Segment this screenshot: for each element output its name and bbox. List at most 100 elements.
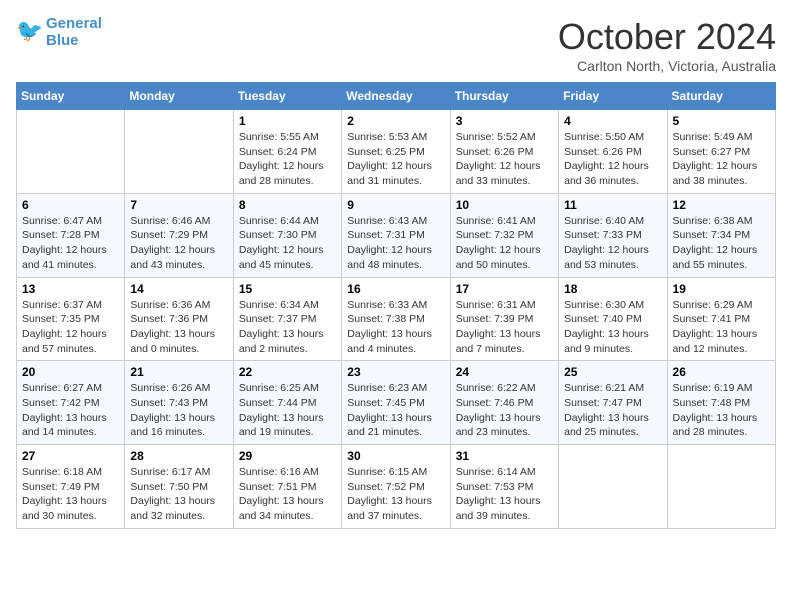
header-wednesday: Wednesday [342, 83, 450, 110]
day-number: 29 [239, 449, 336, 463]
calendar-cell: 16 Sunrise: 6:33 AMSunset: 7:38 PMDayligh… [342, 277, 450, 361]
calendar-cell: 11 Sunrise: 6:40 AMSunset: 7:33 PMDayligh… [559, 193, 667, 277]
day-number: 31 [456, 449, 553, 463]
day-info: Sunrise: 6:21 AMSunset: 7:47 PMDaylight:… [564, 381, 661, 440]
week-row-2: 13 Sunrise: 6:37 AMSunset: 7:35 PMDayligh… [17, 277, 776, 361]
header-tuesday: Tuesday [233, 83, 341, 110]
day-number: 24 [456, 365, 553, 379]
calendar-cell: 6 Sunrise: 6:47 AMSunset: 7:28 PMDaylight… [17, 193, 125, 277]
calendar-cell: 25 Sunrise: 6:21 AMSunset: 7:47 PMDayligh… [559, 361, 667, 445]
week-row-3: 20 Sunrise: 6:27 AMSunset: 7:42 PMDayligh… [17, 361, 776, 445]
day-number: 16 [347, 282, 444, 296]
day-info: Sunrise: 5:49 AMSunset: 6:27 PMDaylight:… [673, 130, 770, 189]
day-info: Sunrise: 6:16 AMSunset: 7:51 PMDaylight:… [239, 465, 336, 524]
day-info: Sunrise: 5:55 AMSunset: 6:24 PMDaylight:… [239, 130, 336, 189]
day-number: 20 [22, 365, 119, 379]
calendar-cell: 9 Sunrise: 6:43 AMSunset: 7:31 PMDaylight… [342, 193, 450, 277]
day-info: Sunrise: 6:43 AMSunset: 7:31 PMDaylight:… [347, 214, 444, 273]
day-number: 4 [564, 114, 661, 128]
day-number: 3 [456, 114, 553, 128]
svg-text:🐦: 🐦 [16, 18, 43, 43]
day-info: Sunrise: 6:19 AMSunset: 7:48 PMDaylight:… [673, 381, 770, 440]
calendar-cell: 27 Sunrise: 6:18 AMSunset: 7:49 PMDayligh… [17, 445, 125, 529]
month-title: October 2024 [558, 16, 776, 58]
logo-text: General Blue [46, 16, 102, 49]
calendar-cell: 23Sunrise: 6:23 AMSunset: 7:45 PMDayligh… [342, 361, 450, 445]
calendar-cell: 28 Sunrise: 6:17 AMSunset: 7:50 PMDayligh… [125, 445, 233, 529]
calendar-cell: 14 Sunrise: 6:36 AMSunset: 7:36 PMDayligh… [125, 277, 233, 361]
day-info: Sunrise: 5:52 AMSunset: 6:26 PMDaylight:… [456, 130, 553, 189]
day-number: 27 [22, 449, 119, 463]
calendar-cell: 24Sunrise: 6:22 AMSunset: 7:46 PMDayligh… [450, 361, 558, 445]
day-number: 7 [130, 198, 227, 212]
day-number: 19 [673, 282, 770, 296]
calendar-cell [17, 110, 125, 194]
day-number: 8 [239, 198, 336, 212]
day-number: 5 [673, 114, 770, 128]
day-info: Sunrise: 6:30 AMSunset: 7:40 PMDaylight:… [564, 298, 661, 357]
calendar-cell: 7 Sunrise: 6:46 AMSunset: 7:29 PMDaylight… [125, 193, 233, 277]
day-info: Sunrise: 6:36 AMSunset: 7:36 PMDaylight:… [130, 298, 227, 357]
day-number: 14 [130, 282, 227, 296]
week-row-1: 6 Sunrise: 6:47 AMSunset: 7:28 PMDaylight… [17, 193, 776, 277]
day-info: Sunrise: 5:53 AMSunset: 6:25 PMDaylight:… [347, 130, 444, 189]
day-info: Sunrise: 6:41 AMSunset: 7:32 PMDaylight:… [456, 214, 553, 273]
day-number: 6 [22, 198, 119, 212]
day-info: Sunrise: 6:46 AMSunset: 7:29 PMDaylight:… [130, 214, 227, 273]
day-number: 15 [239, 282, 336, 296]
day-number: 13 [22, 282, 119, 296]
day-number: 1 [239, 114, 336, 128]
day-info: Sunrise: 6:29 AMSunset: 7:41 PMDaylight:… [673, 298, 770, 357]
calendar-cell: 8 Sunrise: 6:44 AMSunset: 7:30 PMDaylight… [233, 193, 341, 277]
day-info: Sunrise: 6:26 AMSunset: 7:43 PMDaylight:… [130, 381, 227, 440]
day-number: 2 [347, 114, 444, 128]
day-info: Sunrise: 6:18 AMSunset: 7:49 PMDaylight:… [22, 465, 119, 524]
calendar-cell: 10 Sunrise: 6:41 AMSunset: 7:32 PMDayligh… [450, 193, 558, 277]
day-number: 18 [564, 282, 661, 296]
calendar-cell: 12 Sunrise: 6:38 AMSunset: 7:34 PMDayligh… [667, 193, 775, 277]
header-monday: Monday [125, 83, 233, 110]
day-number: 26 [673, 365, 770, 379]
location-subtitle: Carlton North, Victoria, Australia [558, 58, 776, 74]
calendar-cell [559, 445, 667, 529]
header-sunday: Sunday [17, 83, 125, 110]
logo-bird-icon: 🐦 [16, 16, 44, 44]
day-info: Sunrise: 6:14 AMSunset: 7:53 PMDaylight:… [456, 465, 553, 524]
day-info: Sunrise: 6:33 AMSunset: 7:38 PMDaylight:… [347, 298, 444, 357]
day-number: 9 [347, 198, 444, 212]
calendar-cell [125, 110, 233, 194]
day-number: 25 [564, 365, 661, 379]
calendar-cell: 3 Sunrise: 5:52 AMSunset: 6:26 PMDaylight… [450, 110, 558, 194]
calendar-cell: 5 Sunrise: 5:49 AMSunset: 6:27 PMDaylight… [667, 110, 775, 194]
logo: 🐦 General Blue [16, 16, 102, 49]
calendar-cell: 17Sunrise: 6:31 AMSunset: 7:39 PMDayligh… [450, 277, 558, 361]
day-number: 28 [130, 449, 227, 463]
week-row-4: 27 Sunrise: 6:18 AMSunset: 7:49 PMDayligh… [17, 445, 776, 529]
day-info: Sunrise: 6:37 AMSunset: 7:35 PMDaylight:… [22, 298, 119, 357]
calendar-cell: 22 Sunrise: 6:25 AMSunset: 7:44 PMDayligh… [233, 361, 341, 445]
day-info: Sunrise: 6:44 AMSunset: 7:30 PMDaylight:… [239, 214, 336, 273]
calendar-cell: 15Sunrise: 6:34 AMSunset: 7:37 PMDayligh… [233, 277, 341, 361]
header-thursday: Thursday [450, 83, 558, 110]
day-info: Sunrise: 6:27 AMSunset: 7:42 PMDaylight:… [22, 381, 119, 440]
day-number: 10 [456, 198, 553, 212]
day-number: 17 [456, 282, 553, 296]
calendar-cell: 26 Sunrise: 6:19 AMSunset: 7:48 PMDayligh… [667, 361, 775, 445]
day-number: 11 [564, 198, 661, 212]
calendar-cell: 20 Sunrise: 6:27 AMSunset: 7:42 PMDayligh… [17, 361, 125, 445]
week-row-0: 1 Sunrise: 5:55 AMSunset: 6:24 PMDaylight… [17, 110, 776, 194]
day-info: Sunrise: 6:40 AMSunset: 7:33 PMDaylight:… [564, 214, 661, 273]
header-row: SundayMondayTuesdayWednesdayThursdayFrid… [17, 83, 776, 110]
title-section: October 2024 Carlton North, Victoria, Au… [558, 16, 776, 74]
day-info: Sunrise: 6:47 AMSunset: 7:28 PMDaylight:… [22, 214, 119, 273]
day-info: Sunrise: 6:38 AMSunset: 7:34 PMDaylight:… [673, 214, 770, 273]
day-number: 22 [239, 365, 336, 379]
day-info: Sunrise: 6:25 AMSunset: 7:44 PMDaylight:… [239, 381, 336, 440]
calendar-cell: 4Sunrise: 5:50 AMSunset: 6:26 PMDaylight… [559, 110, 667, 194]
day-info: Sunrise: 6:23 AMSunset: 7:45 PMDaylight:… [347, 381, 444, 440]
calendar-cell: 18 Sunrise: 6:30 AMSunset: 7:40 PMDayligh… [559, 277, 667, 361]
day-number: 12 [673, 198, 770, 212]
calendar-cell: 29 Sunrise: 6:16 AMSunset: 7:51 PMDayligh… [233, 445, 341, 529]
day-info: Sunrise: 6:17 AMSunset: 7:50 PMDaylight:… [130, 465, 227, 524]
logo-line2: Blue [46, 32, 79, 49]
